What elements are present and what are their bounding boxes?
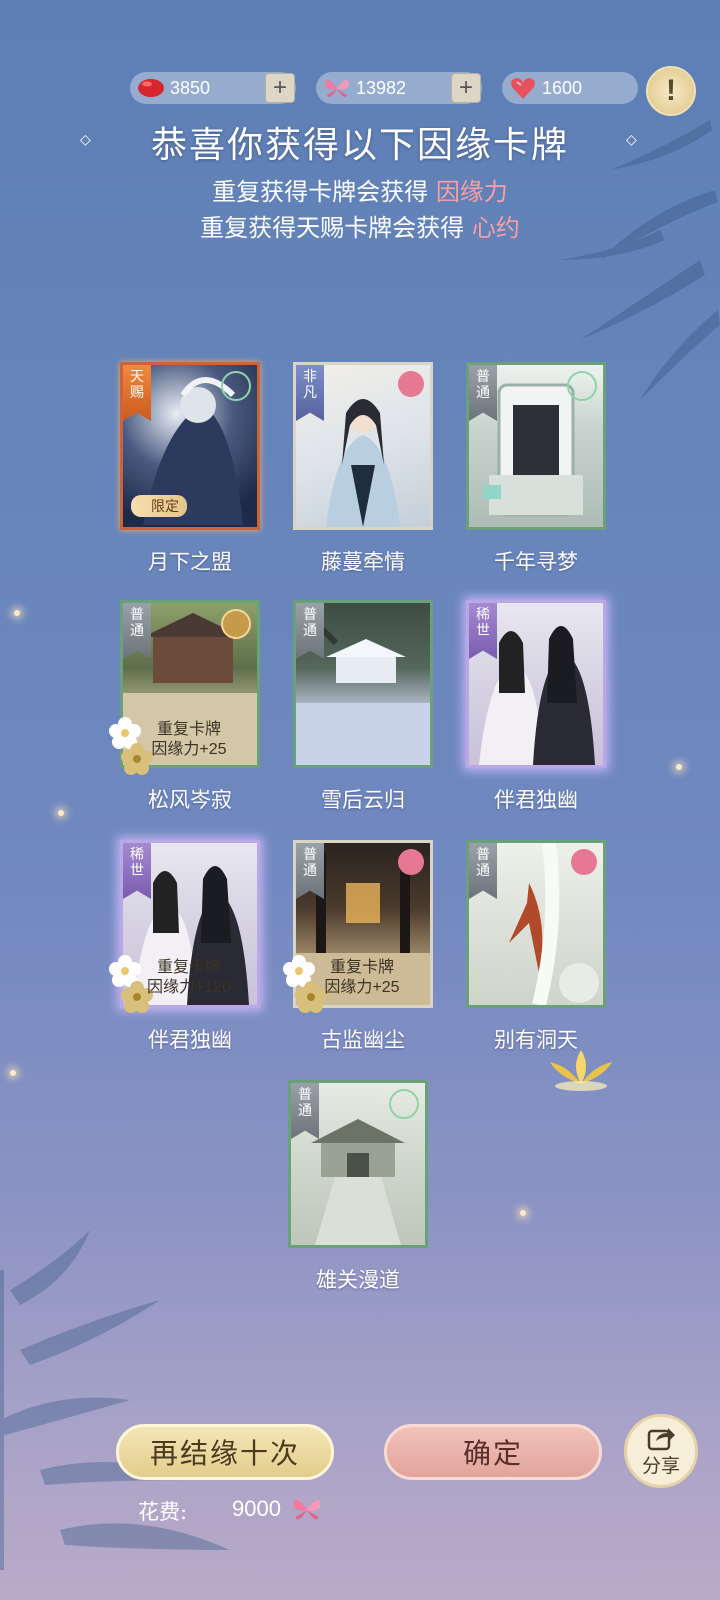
card-5-name: 雪后云归 [321,788,405,812]
rarity-tag: 普通 [296,603,324,659]
sparkle [58,810,64,816]
limited-badge: 限定 [131,495,187,517]
heart-gem-icon [508,73,538,103]
rarity-tag: 稀世 [469,603,497,659]
card-6-name: 伴君独幽 [494,788,578,812]
sparkle [10,1070,16,1076]
spiral-badge-icon [389,1089,419,1119]
card-4-name: 松风岑寂 [148,788,232,812]
card-10-name: 雄关漫道 [316,1268,400,1292]
flower-badge-icon [398,371,424,397]
card-3-name: 千年寻梦 [494,550,578,574]
duplicate-reward: 因缘力+120 [146,979,232,996]
duplicate-label: 重复卡牌 [329,959,394,976]
cost-label: 花费: [138,1500,188,1524]
card-9[interactable]: 普通 [466,840,606,1008]
page-title: 恭喜你获得以下因缘卡牌 [150,125,569,166]
spiral-badge-icon [221,371,251,401]
share-button[interactable]: 分享 [624,1414,698,1488]
red-bean-icon [136,73,166,103]
duplicate-reward: 因缘力+25 [324,979,400,996]
butterfly-icon [293,1499,321,1520]
rarity-tag: 普通 [469,843,497,899]
card-8-name: 古监幽尘 [321,1028,405,1052]
subtitle-repeat-tianci: 重复获得天赐卡牌会获得 心约 [200,214,520,242]
card-2-name: 藤蔓牵情 [321,550,405,574]
flower-badge-icon [398,849,424,875]
confirm-button[interactable]: 确定 [384,1424,602,1480]
rarity-tag: 普通 [123,603,151,659]
currency-heart-gem: 1600 [502,72,638,104]
currency-butterfly: 13982 + [316,72,482,104]
draw-again-button[interactable]: 再结缘十次 [116,1424,334,1480]
sparkle [14,610,20,616]
card-9-name: 别有洞天 [494,1028,578,1052]
spiral-badge-icon [567,371,597,401]
diamond-ornament-right: ◇ [626,132,637,148]
card-1[interactable]: 天赐 限定 [120,362,260,530]
sparkle [520,1210,526,1216]
rarity-tag: 稀世 [123,843,151,899]
rarity-tag: 普通 [296,843,324,899]
currency-red-bean: 3850 + [130,72,296,104]
bamboo-decoration-bottom-left [0,1230,230,1570]
share-label: 分享 [641,1454,680,1477]
card-2[interactable]: 非凡 [293,362,433,530]
coin-badge-icon [221,609,251,639]
share-icon [647,1427,675,1450]
add-butterfly-button[interactable]: + [451,73,481,103]
butterfly-icon [322,73,352,103]
duplicate-label: 重复卡牌 [156,959,221,976]
heart-gem-count: 1600 [542,77,583,98]
sparkle [676,764,682,770]
duplicate-reward: 因缘力+25 [151,741,227,758]
help-button[interactable]: ! [646,66,696,116]
red-bean-count: 3850 [170,77,211,98]
cost-value: 9000 [232,1496,281,1521]
card-3[interactable]: 普通 [466,362,606,530]
card-1-name: 月下之盟 [148,550,232,574]
add-red-bean-button[interactable]: + [265,73,295,103]
card-7-name: 伴君独幽 [148,1028,232,1052]
duplicate-label: 重复卡牌 [156,721,221,738]
flower-badge-icon [571,849,597,875]
card-5[interactable]: 普通 [293,600,433,768]
card-6[interactable]: 稀世 [466,600,606,768]
card-10[interactable]: 普通 [288,1080,428,1248]
butterfly-count: 13982 [356,77,407,98]
rarity-tag: 普通 [291,1083,319,1139]
subtitle-repeat-card: 重复获得卡牌会获得 因缘力 [212,178,508,206]
